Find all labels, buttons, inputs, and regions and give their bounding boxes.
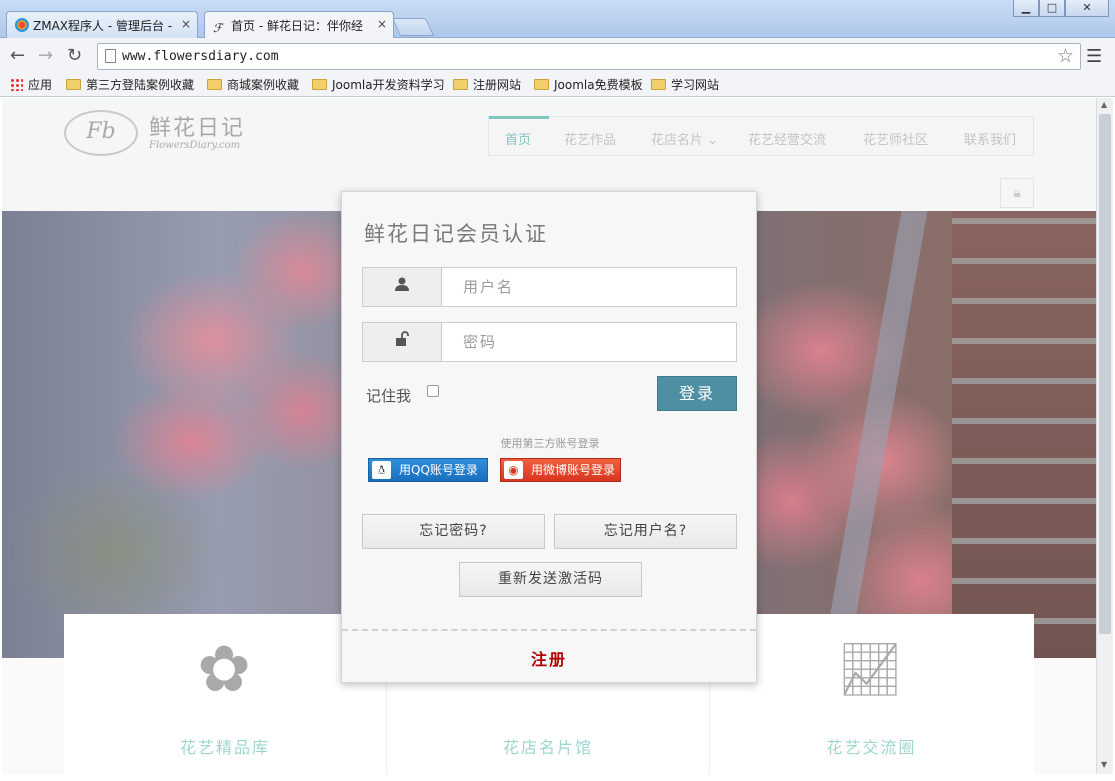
maximize-icon[interactable]: □ [1039, 0, 1065, 17]
login-button[interactable]: 登录 [657, 376, 737, 411]
username-input[interactable] [443, 268, 736, 306]
bookmark-label: 学习网站 [671, 78, 720, 92]
tab-title: ZMAX程序人 - 管理后台 - [33, 19, 173, 33]
password-input[interactable] [443, 323, 736, 361]
feature-label: 花艺精品库 [179, 738, 270, 757]
bookmark-star-icon[interactable]: ☆ [1057, 45, 1074, 67]
username-field [362, 267, 737, 307]
lock-icon[interactable]: 🔒︎ [1000, 178, 1034, 208]
bookmark-folder[interactable]: 学习网站 [651, 76, 719, 93]
forgot-password-button[interactable]: 忘记密码? [362, 514, 545, 549]
bookmark-folder[interactable]: 注册网站 [453, 76, 521, 93]
bookmarks-bar: 应用 第三方登陆案例收藏 商城案例收藏 Joomla开发资料学习 注册网站 Jo… [0, 72, 1115, 97]
nav-contact[interactable]: 联系我们 [964, 129, 1016, 148]
site-logo-subtitle: FlowersDiary.com [149, 140, 241, 151]
unlock-icon [363, 323, 442, 361]
page-scrollbar[interactable]: ▲ ▼ [1096, 98, 1113, 774]
register-link[interactable]: 注册 [342, 646, 756, 670]
bookmark-folder[interactable]: 商城案例收藏 [207, 76, 299, 93]
new-tab-button[interactable] [391, 18, 435, 36]
reload-icon[interactable]: ↻ [67, 45, 82, 66]
qq-login-label: 用QQ账号登录 [399, 463, 478, 477]
folder-icon [312, 79, 327, 90]
remember-me-checkbox[interactable] [427, 385, 439, 397]
scrollbar-thumb[interactable] [1099, 114, 1111, 634]
weibo-icon: ◉ [504, 461, 523, 479]
bookmark-folder[interactable]: Joomla免费模板 [534, 76, 643, 93]
nav-shop-cards[interactable]: 花店名片 ⌄ [651, 129, 718, 148]
feature-label: 花艺交流圈 [826, 738, 917, 757]
folder-icon [453, 79, 468, 90]
forgot-username-button[interactable]: 忘记用户名? [554, 514, 737, 549]
fd-logo-icon: ℱ [213, 21, 223, 35]
main-nav: 首页 花艺作品 花店名片 ⌄ 花艺经营交流 花艺师社区 联系我们 [488, 116, 1034, 156]
window-controls: ▁ □ ✕ [1013, 0, 1109, 17]
bookmark-label: Joomla开发资料学习 [332, 78, 445, 92]
hamburger-menu-icon[interactable]: ☰ [1086, 46, 1102, 67]
handshake-chart-icon: 📈︎ [836, 640, 903, 700]
bookmark-folder[interactable]: Joomla开发资料学习 [312, 76, 445, 93]
login-modal: 鲜花日记会员认证 记住我 登录 使用第三方账号登录 🐧︎ 用QQ账号登录 ◉ 用… [341, 191, 757, 683]
site-logo-icon[interactable]: Fb [64, 110, 138, 156]
modal-divider [342, 629, 756, 631]
bookmark-label: Joomla免费模板 [554, 78, 643, 92]
nav-florist-community[interactable]: 花艺师社区 [863, 129, 928, 148]
bookmark-label: 应用 [28, 78, 53, 92]
tab-title: 首页 - 鲜花日记：伴你经 [231, 19, 363, 33]
nav-works[interactable]: 花艺作品 [564, 129, 616, 148]
password-field [362, 322, 737, 362]
scroll-up-icon[interactable]: ▲ [1101, 100, 1107, 109]
rose-icon: ✿ [197, 633, 251, 707]
feature-exchange-circle[interactable]: 📈︎ 花艺交流圈 [710, 614, 1033, 774]
bookmark-folder[interactable]: 第三方登陆案例收藏 [66, 76, 194, 93]
login-title: 鲜花日记会员认证 [364, 222, 548, 246]
folder-icon [651, 79, 666, 90]
resend-activation-button[interactable]: 重新发送激活码 [459, 562, 642, 597]
close-icon[interactable]: × [377, 17, 387, 31]
remember-me-label: 记住我 [366, 387, 412, 405]
url-text[interactable]: www.flowersdiary.com [122, 49, 279, 64]
qq-login-button[interactable]: 🐧︎ 用QQ账号登录 [368, 458, 488, 482]
qq-penguin-icon: 🐧︎ [372, 461, 391, 479]
tab-zmax-admin[interactable]: ZMAX程序人 - 管理后台 - × [6, 11, 198, 38]
site-logo-text[interactable]: 鲜花日记 [149, 110, 245, 142]
nav-home[interactable]: 首页 [505, 129, 531, 148]
weibo-login-button[interactable]: ◉ 用微博账号登录 [500, 458, 621, 482]
browser-titlebar: ZMAX程序人 - 管理后台 - × ℱ 首页 - 鲜花日记：伴你经 × ▁ □ … [0, 0, 1115, 39]
user-icon [363, 268, 442, 306]
feature-label: 花店名片馆 [502, 738, 593, 757]
page-icon [105, 49, 116, 63]
address-bar[interactable]: www.flowersdiary.com ☆ [97, 43, 1081, 70]
scroll-down-icon[interactable]: ▼ [1101, 760, 1107, 769]
nav-business-exchange[interactable]: 花艺经营交流 [748, 129, 826, 148]
back-arrow-icon[interactable]: ← [10, 45, 25, 66]
bookmark-label: 第三方登陆案例收藏 [86, 78, 195, 92]
apps-grid-icon [10, 78, 23, 91]
close-icon[interactable]: × [181, 17, 191, 31]
bookmark-apps[interactable]: 应用 [10, 76, 52, 93]
window-close-icon[interactable]: ✕ [1065, 0, 1109, 17]
weibo-login-label: 用微博账号登录 [531, 463, 616, 477]
feature-flower-library[interactable]: ✿ 花艺精品库 [64, 614, 387, 774]
folder-icon [534, 79, 549, 90]
joomla-icon [15, 18, 29, 32]
third-party-label: 使用第三方账号登录 [500, 437, 600, 450]
folder-icon [207, 79, 222, 90]
forward-arrow-icon[interactable]: → [38, 45, 53, 66]
nav-active-indicator [489, 116, 549, 119]
folder-icon [66, 79, 81, 90]
tab-flowersdiary[interactable]: ℱ 首页 - 鲜花日记：伴你经 × [204, 11, 394, 39]
bookmark-label: 注册网站 [473, 78, 522, 92]
web-page: Fb 鲜花日记 FlowersDiary.com 首页 花艺作品 花店名片 ⌄ … [2, 98, 1096, 774]
bookmark-label: 商城案例收藏 [227, 78, 300, 92]
minimize-icon[interactable]: ▁ [1013, 0, 1039, 17]
